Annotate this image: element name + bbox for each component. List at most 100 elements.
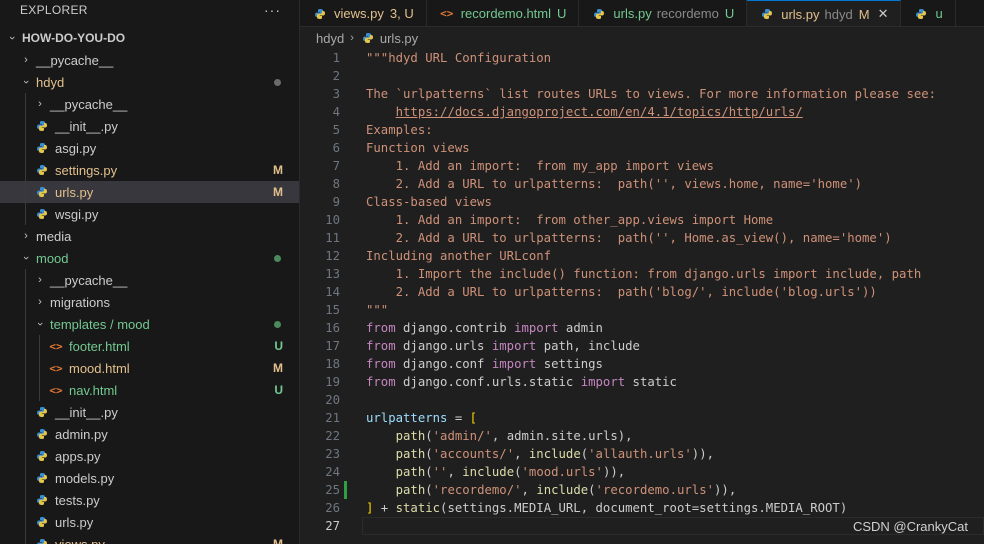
tree-file[interactable]: settings.py M xyxy=(0,159,299,181)
code-line[interactable]: 24 path('', include('mood.urls')), xyxy=(300,463,984,481)
code-line[interactable]: 9 Class-based views xyxy=(300,193,984,211)
code-line[interactable]: 23 path('accounts/', include('allauth.ur… xyxy=(300,445,984,463)
code-line[interactable]: 11 2. Add a URL to urlpatterns: path('',… xyxy=(300,229,984,247)
code-line[interactable]: 22 path('admin/', admin.site.urls), xyxy=(300,427,984,445)
tree-file[interactable]: models.py xyxy=(0,467,299,489)
python-icon xyxy=(34,164,50,176)
tree-folder[interactable]: › media xyxy=(0,225,299,247)
code-token: from xyxy=(366,321,396,335)
python-icon xyxy=(591,8,607,20)
git-status-badge: U xyxy=(274,383,283,397)
tree-file[interactable]: <> nav.html U xyxy=(0,379,299,401)
code-line[interactable]: 7 1. Add an import: from my_app import v… xyxy=(300,157,984,175)
code-line[interactable]: 12 Including another URLconf xyxy=(300,247,984,265)
tree-item-label: admin.py xyxy=(55,426,108,442)
code-token: , admin.site.urls), xyxy=(491,429,633,443)
indent-guide xyxy=(25,511,26,533)
python-icon xyxy=(34,120,50,132)
code-line[interactable]: 3 The `urlpatterns` list routes URLs to v… xyxy=(300,85,984,103)
python-icon xyxy=(34,142,50,154)
close-tab-icon[interactable]: ✕ xyxy=(878,6,889,22)
code-line[interactable]: 6 Function views xyxy=(300,139,984,157)
code-line[interactable]: 17 from django.urls import path, include xyxy=(300,337,984,355)
indent-guide xyxy=(25,291,26,313)
tree-item-label: mood.html xyxy=(69,360,130,376)
tree-folder[interactable]: › migrations xyxy=(0,291,299,313)
code-line[interactable]: 8 2. Add a URL to urlpatterns: path('', … xyxy=(300,175,984,193)
tree-item-label: __pycache__ xyxy=(50,96,128,112)
tab-label: urls.py xyxy=(781,6,820,22)
git-status-badge: M xyxy=(273,163,283,177)
code-token: ( xyxy=(588,483,596,497)
tree-item-label: __init__.py xyxy=(55,404,118,420)
workspace-root[interactable]: › HOW-DO-YOU-DO xyxy=(0,27,299,49)
git-status-badge: M xyxy=(273,537,283,544)
chevron-right-icon: › xyxy=(24,54,28,66)
code-token: import xyxy=(491,357,537,371)
tree-folder[interactable]: › hdyd xyxy=(0,71,299,93)
tree-file[interactable]: urls.py M xyxy=(0,181,299,203)
tree-folder[interactable]: › __pycache__ xyxy=(0,49,299,71)
code-token: """hdyd URL Configuration xyxy=(366,51,552,65)
code-token: import xyxy=(491,339,537,353)
editor-tab[interactable]: urls.py hdyd M ✕ xyxy=(747,0,902,26)
code-token[interactable]: https://docs.djangoproject.com/en/4.1/to… xyxy=(396,105,803,119)
code-line[interactable]: 20 xyxy=(300,391,984,409)
code-line[interactable]: 10 1. Add an import: from other_app.view… xyxy=(300,211,984,229)
tree-file[interactable]: admin.py xyxy=(0,423,299,445)
editor-tab[interactable]: u xyxy=(901,0,956,26)
code-token: 1. Add an import: from other_app.views i… xyxy=(366,213,774,227)
code-line[interactable]: 15 """ xyxy=(300,301,984,319)
tree-file[interactable]: views.py M xyxy=(0,533,299,544)
tree-file[interactable]: <> mood.html M xyxy=(0,357,299,379)
tab-git-status: 3, U xyxy=(389,6,414,21)
code-line[interactable]: 26] + static(settings.MEDIA_URL, documen… xyxy=(300,499,984,517)
tree-file[interactable]: apps.py xyxy=(0,445,299,467)
editor-tab[interactable]: views.py 3, U xyxy=(300,0,427,26)
breadcrumb-folder[interactable]: hdyd xyxy=(316,31,344,46)
tree-folder[interactable]: › __pycache__ xyxy=(0,269,299,291)
watermark: CSDN @CrankyCat xyxy=(852,519,968,534)
code-token: 'recordemo.urls' xyxy=(595,483,715,497)
code-line[interactable]: 2 xyxy=(300,67,984,85)
more-actions-icon[interactable]: ··· xyxy=(264,2,281,18)
line-number: 16 xyxy=(325,321,340,335)
editor-tab[interactable]: urls.py recordemo U xyxy=(579,0,748,26)
explorer-header: EXPLORER ··· xyxy=(0,0,299,20)
line-number: 13 xyxy=(325,267,340,281)
code-line[interactable]: 13 1. Import the include() function: fro… xyxy=(300,265,984,283)
code-token: ( xyxy=(514,465,522,479)
python-icon xyxy=(34,406,50,418)
tree-file[interactable]: wsgi.py xyxy=(0,203,299,225)
code-token: django.conf.urls.static xyxy=(395,375,581,389)
chevron-down-icon: › xyxy=(20,80,32,84)
explorer-sidebar: EXPLORER ··· › HOW-DO-YOU-DO › __pycache_… xyxy=(0,0,300,544)
code-line[interactable]: 16 from django.contrib import admin xyxy=(300,319,984,337)
tree-file[interactable]: <> footer.html U xyxy=(0,335,299,357)
indent-guide xyxy=(25,533,26,544)
code-line[interactable]: 21 urlpatterns = [ xyxy=(300,409,984,427)
code-line[interactable]: 25 path('recordemo/', include('recordemo… xyxy=(300,481,984,499)
code-token: path, include xyxy=(536,339,640,353)
code-line[interactable]: 19 from django.conf.urls.static import st… xyxy=(300,373,984,391)
code-line[interactable]: 5 Examples: xyxy=(300,121,984,139)
tree-file[interactable]: __init__.py xyxy=(0,115,299,137)
tree-file[interactable]: asgi.py xyxy=(0,137,299,159)
tree-folder[interactable]: › templates / mood xyxy=(0,313,299,335)
breadcrumb-file[interactable]: urls.py xyxy=(380,31,418,46)
code-line[interactable]: 4 https://docs.djangoproject.com/en/4.1/… xyxy=(300,103,984,121)
code-line[interactable]: 18 from django.conf import settings xyxy=(300,355,984,373)
tree-file[interactable]: urls.py xyxy=(0,511,299,533)
code-token: admin xyxy=(558,321,603,335)
code-text: 2. Add a URL to urlpatterns: path('', Ho… xyxy=(366,231,892,245)
code-editor[interactable]: 1 """hdyd URL Configuration 2 3 The `urlpatt… xyxy=(300,49,984,544)
code-line[interactable]: 1 """hdyd URL Configuration xyxy=(300,49,984,67)
editor-tab[interactable]: <> recordemo.html U xyxy=(426,0,580,26)
tree-folder[interactable]: › __pycache__ xyxy=(0,93,299,115)
tree-file[interactable]: __init__.py xyxy=(0,401,299,423)
tree-file[interactable]: tests.py xyxy=(0,489,299,511)
tree-item-label: wsgi.py xyxy=(55,206,99,222)
code-line[interactable]: 14 2. Add a URL to urlpatterns: path('bl… xyxy=(300,283,984,301)
tree-folder[interactable]: › mood xyxy=(0,247,299,269)
